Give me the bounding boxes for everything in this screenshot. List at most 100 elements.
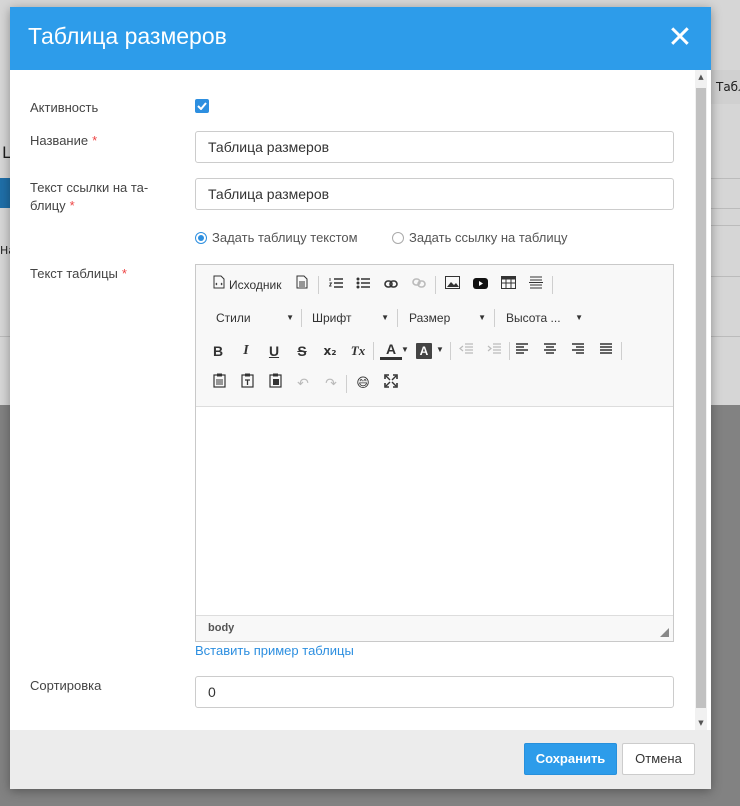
table-icon[interactable] [497, 274, 519, 296]
toolbar-separator [552, 276, 553, 294]
chevron-down-icon: ▼ [478, 313, 486, 322]
modal-scrollbar[interactable]: ▲ ▼ [695, 70, 707, 730]
size-combo[interactable]: Размер ▼ [409, 307, 486, 329]
background-divider [711, 225, 740, 226]
size-combo-label: Размер [409, 311, 451, 325]
radio-text-mode[interactable] [195, 232, 207, 244]
active-label: Активность [30, 100, 99, 115]
background-divider [0, 336, 10, 337]
remove-format-icon[interactable]: Tx [347, 340, 369, 362]
radio-link-mode-label[interactable]: Задать ссылку на таблицу [409, 230, 568, 245]
align-center-icon[interactable] [539, 340, 561, 362]
align-right-icon[interactable] [567, 340, 589, 362]
unlink-icon[interactable] [408, 274, 430, 296]
check-icon [197, 102, 207, 110]
editor-status-bar: body [196, 615, 673, 641]
table-text-label-text: Текст таблицы [30, 266, 118, 281]
toolbar-separator [373, 342, 374, 360]
name-label: Название * [30, 132, 97, 150]
insert-example-link[interactable]: Вставить пример таблицы [195, 643, 354, 658]
text-color-icon[interactable]: A [380, 340, 402, 360]
paste-word-icon[interactable] [264, 373, 286, 395]
indent-icon[interactable] [483, 340, 505, 362]
underline-icon[interactable]: U [263, 340, 285, 362]
chevron-down-icon[interactable]: ▼ [401, 339, 409, 361]
link-text-label-line2: блицу [30, 198, 66, 213]
element-path-label[interactable]: body [208, 622, 234, 634]
chevron-down-icon[interactable]: ▼ [436, 339, 444, 361]
required-mark: * [92, 133, 98, 148]
scrollbar-thumb[interactable] [696, 88, 706, 708]
subscript-icon[interactable]: x₂ [319, 340, 341, 362]
bulleted-list-icon[interactable] [352, 274, 374, 296]
toolbar-separator [435, 276, 436, 294]
radio-text-mode-label[interactable]: Задать таблицу текстом [212, 230, 358, 245]
link-text-label: Текст ссылки на та-блицу * [30, 179, 148, 215]
sort-input[interactable]: 0 [195, 676, 674, 708]
modal-header: Таблица размеров ✕ [10, 7, 711, 70]
active-checkbox[interactable] [195, 99, 209, 113]
required-mark: * [121, 266, 127, 281]
background-color-icon[interactable]: A [416, 343, 432, 359]
font-combo-label: Шрифт [312, 311, 352, 325]
toolbar-separator [318, 276, 319, 294]
table-text-label: Текст таблицы * [30, 265, 127, 283]
radio-link-mode[interactable] [392, 232, 404, 244]
maximize-icon[interactable] [380, 373, 402, 395]
modal-title: Таблица размеров [28, 23, 227, 49]
name-input[interactable]: Таблица размеров [195, 131, 674, 163]
source-icon[interactable] [208, 274, 230, 296]
sort-label: Сортировка [30, 678, 102, 693]
resize-handle-icon[interactable] [660, 628, 669, 637]
modal-footer: Сохранить Отмена [10, 730, 711, 789]
editor-content-area[interactable] [196, 406, 673, 615]
background-divider [711, 178, 740, 179]
styles-combo-label: Стили [216, 311, 251, 325]
styles-combo[interactable]: Стили ▼ [216, 307, 294, 329]
toolbar-separator [346, 375, 347, 393]
chevron-down-icon: ▼ [286, 313, 294, 322]
link-text-input-value: Таблица размеров [208, 186, 330, 202]
outdent-icon[interactable] [455, 340, 477, 362]
save-button[interactable]: Сохранить [524, 743, 617, 775]
new-page-icon[interactable] [291, 274, 313, 296]
close-icon[interactable]: ✕ [667, 20, 693, 56]
required-mark: * [69, 198, 75, 213]
paste-icon[interactable] [208, 373, 230, 395]
toolbar-separator [621, 342, 622, 360]
chevron-down-icon: ▼ [575, 313, 583, 322]
background-button [0, 178, 10, 208]
link-text-input[interactable]: Таблица размеров [195, 178, 674, 210]
emoji-icon[interactable]: 😄 [352, 373, 374, 395]
strikethrough-icon[interactable]: S [291, 340, 313, 362]
paste-text-icon[interactable] [236, 373, 258, 395]
bold-icon[interactable]: B [207, 340, 229, 362]
line-height-combo[interactable]: Высота ... ▼ [506, 307, 583, 329]
cancel-button[interactable]: Отмена [622, 743, 695, 775]
numbered-list-icon[interactable] [325, 274, 347, 296]
background-divider [711, 208, 740, 209]
image-icon[interactable] [441, 274, 463, 296]
youtube-icon[interactable] [469, 274, 491, 296]
background-divider [711, 336, 740, 337]
scroll-up-arrow-icon[interactable]: ▲ [695, 70, 707, 84]
redo-icon[interactable]: ↷ [320, 373, 342, 395]
scroll-down-arrow-icon[interactable]: ▼ [695, 716, 707, 730]
toolbar-separator [397, 309, 398, 327]
undo-icon[interactable]: ↶ [292, 373, 314, 395]
name-input-value: Таблица размеров [208, 139, 330, 155]
align-left-icon[interactable] [511, 340, 533, 362]
modal-body: Активность Название * Таблица размеров Те… [10, 70, 711, 730]
rich-text-editor: Исходник Стили ▼ Шрифт ▼ Размер ▼ Высота… [195, 264, 674, 642]
justify-icon[interactable] [595, 340, 617, 362]
name-label-text: Название [30, 133, 89, 148]
background-divider [711, 276, 740, 277]
font-combo[interactable]: Шрифт ▼ [312, 307, 389, 329]
editor-toolbar: Исходник Стили ▼ Шрифт ▼ Размер ▼ Высота… [196, 265, 673, 406]
line-height-combo-label: Высота ... [506, 311, 561, 325]
italic-icon[interactable]: I [235, 340, 257, 362]
source-button-label[interactable]: Исходник [229, 274, 281, 296]
link-icon[interactable] [380, 274, 402, 296]
horizontal-line-icon[interactable] [525, 274, 547, 296]
link-text-label-line1: Текст ссылки на та- [30, 180, 149, 195]
